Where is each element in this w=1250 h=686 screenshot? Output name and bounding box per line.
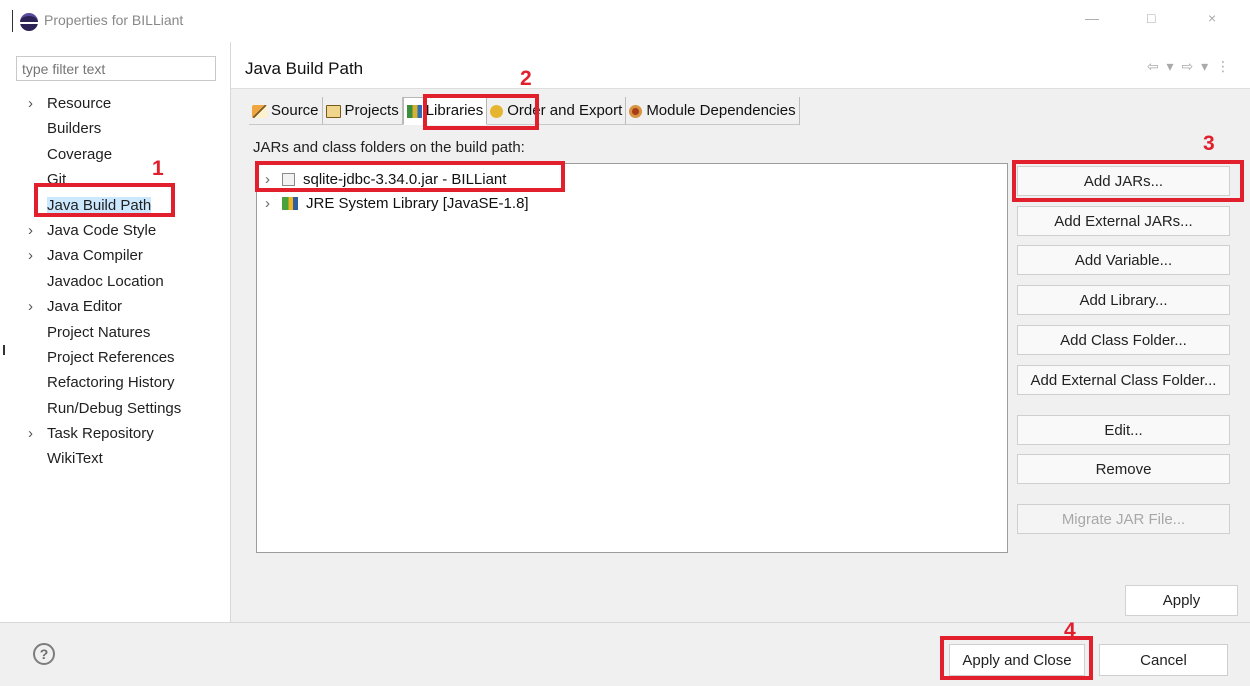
tab-order-and-export[interactable]: Order and Export [487,97,627,125]
chevron-right-icon[interactable]: › [28,219,33,243]
tab-label: Module Dependencies [646,102,796,119]
sidebar-item-java-editor[interactable]: › Java Editor [28,295,181,320]
chevron-right-icon[interactable]: › [28,295,33,319]
sidebar-item-label: Task Repository [47,425,154,443]
add-external-jars-button[interactable]: Add External JARs... [1017,206,1230,236]
tab-label: Projects [344,102,399,119]
sidebar-item-label: Java Editor [47,298,123,316]
sidebar-item-label: Java Code Style [47,221,157,239]
title-cursor [12,10,13,32]
sidebar-item-label: Javadoc Location [47,272,164,290]
sidebar-item-label: Refactoring History [47,374,175,392]
tab-label: Source [271,102,319,119]
window-title: Properties for BILLiant [44,12,184,28]
add-variable-button[interactable]: Add Variable... [1017,245,1230,275]
build-path-section-label: JARs and class folders on the build path… [253,139,525,156]
libraries-icon [406,104,422,118]
sidebar-item-run-debug-settings[interactable]: Run/Debug Settings [30,397,181,422]
add-library-button[interactable]: Add Library... [1017,285,1230,315]
add-jars-button[interactable]: Add JARs... [1017,166,1230,196]
navigation-arrows[interactable]: ⇦ ▾ ⇨ ▾ ⋮ [1147,58,1232,75]
properties-navigation-pane: › Resource Builders Coverage Git Java Bui… [0,42,231,622]
sidebar-item-java-compiler[interactable]: › Java Compiler [28,244,181,269]
build-path-entries-list[interactable]: › sqlite-jdbc-3.34.0.jar - BILLiant › JR… [256,163,1008,553]
tab-module-dependencies[interactable]: Module Dependencies [626,97,800,125]
list-item-jre-system-library[interactable]: › JRE System Library [JavaSE-1.8] [265,191,529,215]
sidebar-item-label: Project Natures [47,323,151,341]
projects-icon [325,104,341,118]
filter-input[interactable] [16,56,216,81]
properties-tree: › Resource Builders Coverage Git Java Bui… [28,92,181,473]
sidebar-item-resource[interactable]: › Resource [28,92,181,117]
apply-and-close-button[interactable]: Apply and Close [949,644,1085,676]
edit-button[interactable]: Edit... [1017,415,1230,445]
page-title: Java Build Path [245,59,364,78]
sidebar-item-label: Java Build Path [47,196,152,214]
sidebar-item-label: Run/Debug Settings [47,399,182,417]
build-path-tabs: Source Projects Libraries Order and Expo… [249,97,800,125]
tab-projects[interactable]: Projects [323,97,403,125]
sidebar-item-refactoring-history[interactable]: Refactoring History [30,371,181,396]
source-folder-icon [252,104,267,118]
sidebar-item-wikitext[interactable]: WikiText [30,447,181,472]
close-button[interactable]: × [1208,10,1216,26]
jre-library-icon [282,196,298,210]
list-item-label: sqlite-jdbc-3.34.0.jar - BILLiant [303,170,507,188]
chevron-right-icon[interactable]: › [28,244,33,268]
sidebar-item-label: Java Compiler [47,247,143,265]
add-external-class-folder-button[interactable]: Add External Class Folder... [1017,365,1230,395]
annotation-step-1: 1 [152,157,164,180]
java-build-path-panel: Java Build Path ⇦ ▾ ⇨ ▾ ⋮ Source Project… [231,42,1250,622]
dialog-footer: ? Apply and Close Cancel [0,622,1250,686]
chevron-right-icon[interactable]: › [28,422,33,446]
sidebar-item-javadoc-location[interactable]: Javadoc Location [30,270,181,295]
annotation-step-2: 2 [520,67,532,90]
help-icon[interactable]: ? [33,643,55,665]
eclipse-icon [19,13,39,31]
remove-button[interactable]: Remove [1017,454,1230,484]
sidebar-item-label: Project References [47,348,175,366]
cancel-button[interactable]: Cancel [1099,644,1228,676]
title-bar: Properties for BILLiant — □ × [0,0,1250,42]
sidebar-item-task-repository[interactable]: › Task Repository [28,422,181,447]
sidebar-item-label: Git [47,171,67,189]
annotation-step-3: 3 [1203,132,1215,155]
list-item-sqlite-jdbc[interactable]: › sqlite-jdbc-3.34.0.jar - BILLiant [265,167,506,191]
add-class-folder-button[interactable]: Add Class Folder... [1017,325,1230,355]
chevron-right-icon[interactable]: › [265,195,274,212]
sidebar-item-java-code-style[interactable]: › Java Code Style [28,219,181,244]
minimize-button[interactable]: — [1085,10,1099,26]
tab-label: Libraries [425,102,484,119]
list-item-label: JRE System Library [JavaSE-1.8] [306,194,529,212]
chevron-right-icon[interactable]: › [28,92,33,116]
maximize-button[interactable]: □ [1147,10,1155,26]
tab-libraries[interactable]: Libraries [402,97,488,125]
sidebar-item-label: Builders [47,120,102,138]
tab-source[interactable]: Source [249,97,323,125]
annotation-step-4: 4 [1064,619,1076,642]
window-edge-marker [3,345,5,355]
sidebar-item-java-build-path[interactable]: Java Build Path [30,194,181,219]
apply-button[interactable]: Apply [1125,585,1238,616]
tab-label: Order and Export [507,102,623,119]
module-dependencies-icon [629,104,643,118]
sidebar-item-label: Resource [47,95,112,112]
sidebar-item-project-natures[interactable]: Project Natures [30,321,181,346]
migrate-jar-file-button: Migrate JAR File... [1017,504,1230,534]
sidebar-item-label: WikiText [47,450,103,468]
order-export-icon [490,104,504,118]
sidebar-item-label: Coverage [47,145,113,163]
jar-file-icon [282,172,295,186]
sidebar-item-builders[interactable]: Builders [30,117,181,142]
panel-header: Java Build Path ⇦ ▾ ⇨ ▾ ⋮ [231,42,1250,89]
chevron-right-icon[interactable]: › [265,171,274,188]
sidebar-item-project-references[interactable]: Project References [30,346,181,371]
